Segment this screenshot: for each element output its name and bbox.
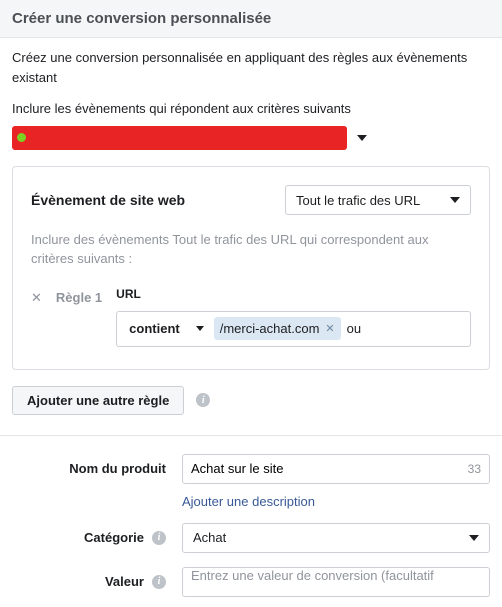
rules-hint: Inclure des évènements Tout le trafic de…	[31, 231, 471, 269]
remove-chip-icon[interactable]: ✕	[325, 322, 334, 335]
url-chip-value: /merci-achat.com	[220, 321, 320, 336]
rule-name: Règle 1	[56, 290, 102, 305]
event-type-value: Tout le trafic des URL	[296, 193, 420, 208]
rules-container: Évènement de site web Tout le trafic des…	[12, 166, 490, 370]
criteria-heading: Inclure les évènements qui répondent aux…	[12, 101, 490, 116]
category-label: Catégorie i	[12, 530, 182, 545]
chevron-down-icon	[196, 326, 204, 331]
rule-row: ✕ Règle 1 URL contient /merci-achat.com …	[31, 287, 471, 347]
info-icon[interactable]: i	[152, 531, 166, 545]
modal-title: Créer une conversion personnalisée	[12, 10, 271, 27]
char-count: 33	[468, 462, 481, 476]
modal-header: Créer une conversion personnalisée	[0, 0, 502, 38]
url-condition-input[interactable]: contient /merci-achat.com ✕ ou	[116, 311, 471, 347]
product-name-field[interactable]	[191, 461, 468, 476]
chevron-down-icon	[469, 535, 479, 541]
value-label: Valeur i	[12, 574, 182, 589]
product-name-label: Nom du produit	[12, 461, 182, 476]
intro-text: Créez une conversion personnalisée en ap…	[12, 48, 490, 87]
add-rule-button[interactable]: Ajouter une autre règle	[12, 386, 184, 415]
or-text: ou	[347, 321, 361, 336]
category-value: Achat	[193, 530, 226, 545]
chevron-down-icon[interactable]	[357, 135, 367, 141]
chevron-down-icon	[450, 197, 460, 203]
pixel-selector-redacted[interactable]	[12, 126, 347, 150]
add-description-link[interactable]: Ajouter une description	[182, 494, 315, 509]
product-name-input[interactable]: 33	[182, 454, 490, 484]
operator-select[interactable]: contient	[123, 317, 208, 340]
url-field-label: URL	[116, 287, 471, 301]
url-chip: /merci-achat.com ✕	[214, 317, 341, 340]
status-dot-icon	[17, 133, 26, 142]
operator-value: contient	[129, 321, 180, 336]
pixel-selector-row	[12, 126, 490, 150]
event-type-select[interactable]: Tout le trafic des URL	[285, 185, 471, 215]
intro-line2: Créez une conversion personnalisée en ap…	[12, 50, 467, 85]
category-select[interactable]: Achat	[182, 523, 490, 553]
info-icon[interactable]: i	[152, 575, 166, 589]
value-input-wrap[interactable]	[182, 567, 490, 597]
value-input[interactable]	[191, 568, 481, 583]
event-label: Évènement de site web	[31, 192, 185, 208]
info-icon[interactable]: i	[196, 393, 210, 407]
remove-rule-icon[interactable]: ✕	[31, 290, 42, 306]
